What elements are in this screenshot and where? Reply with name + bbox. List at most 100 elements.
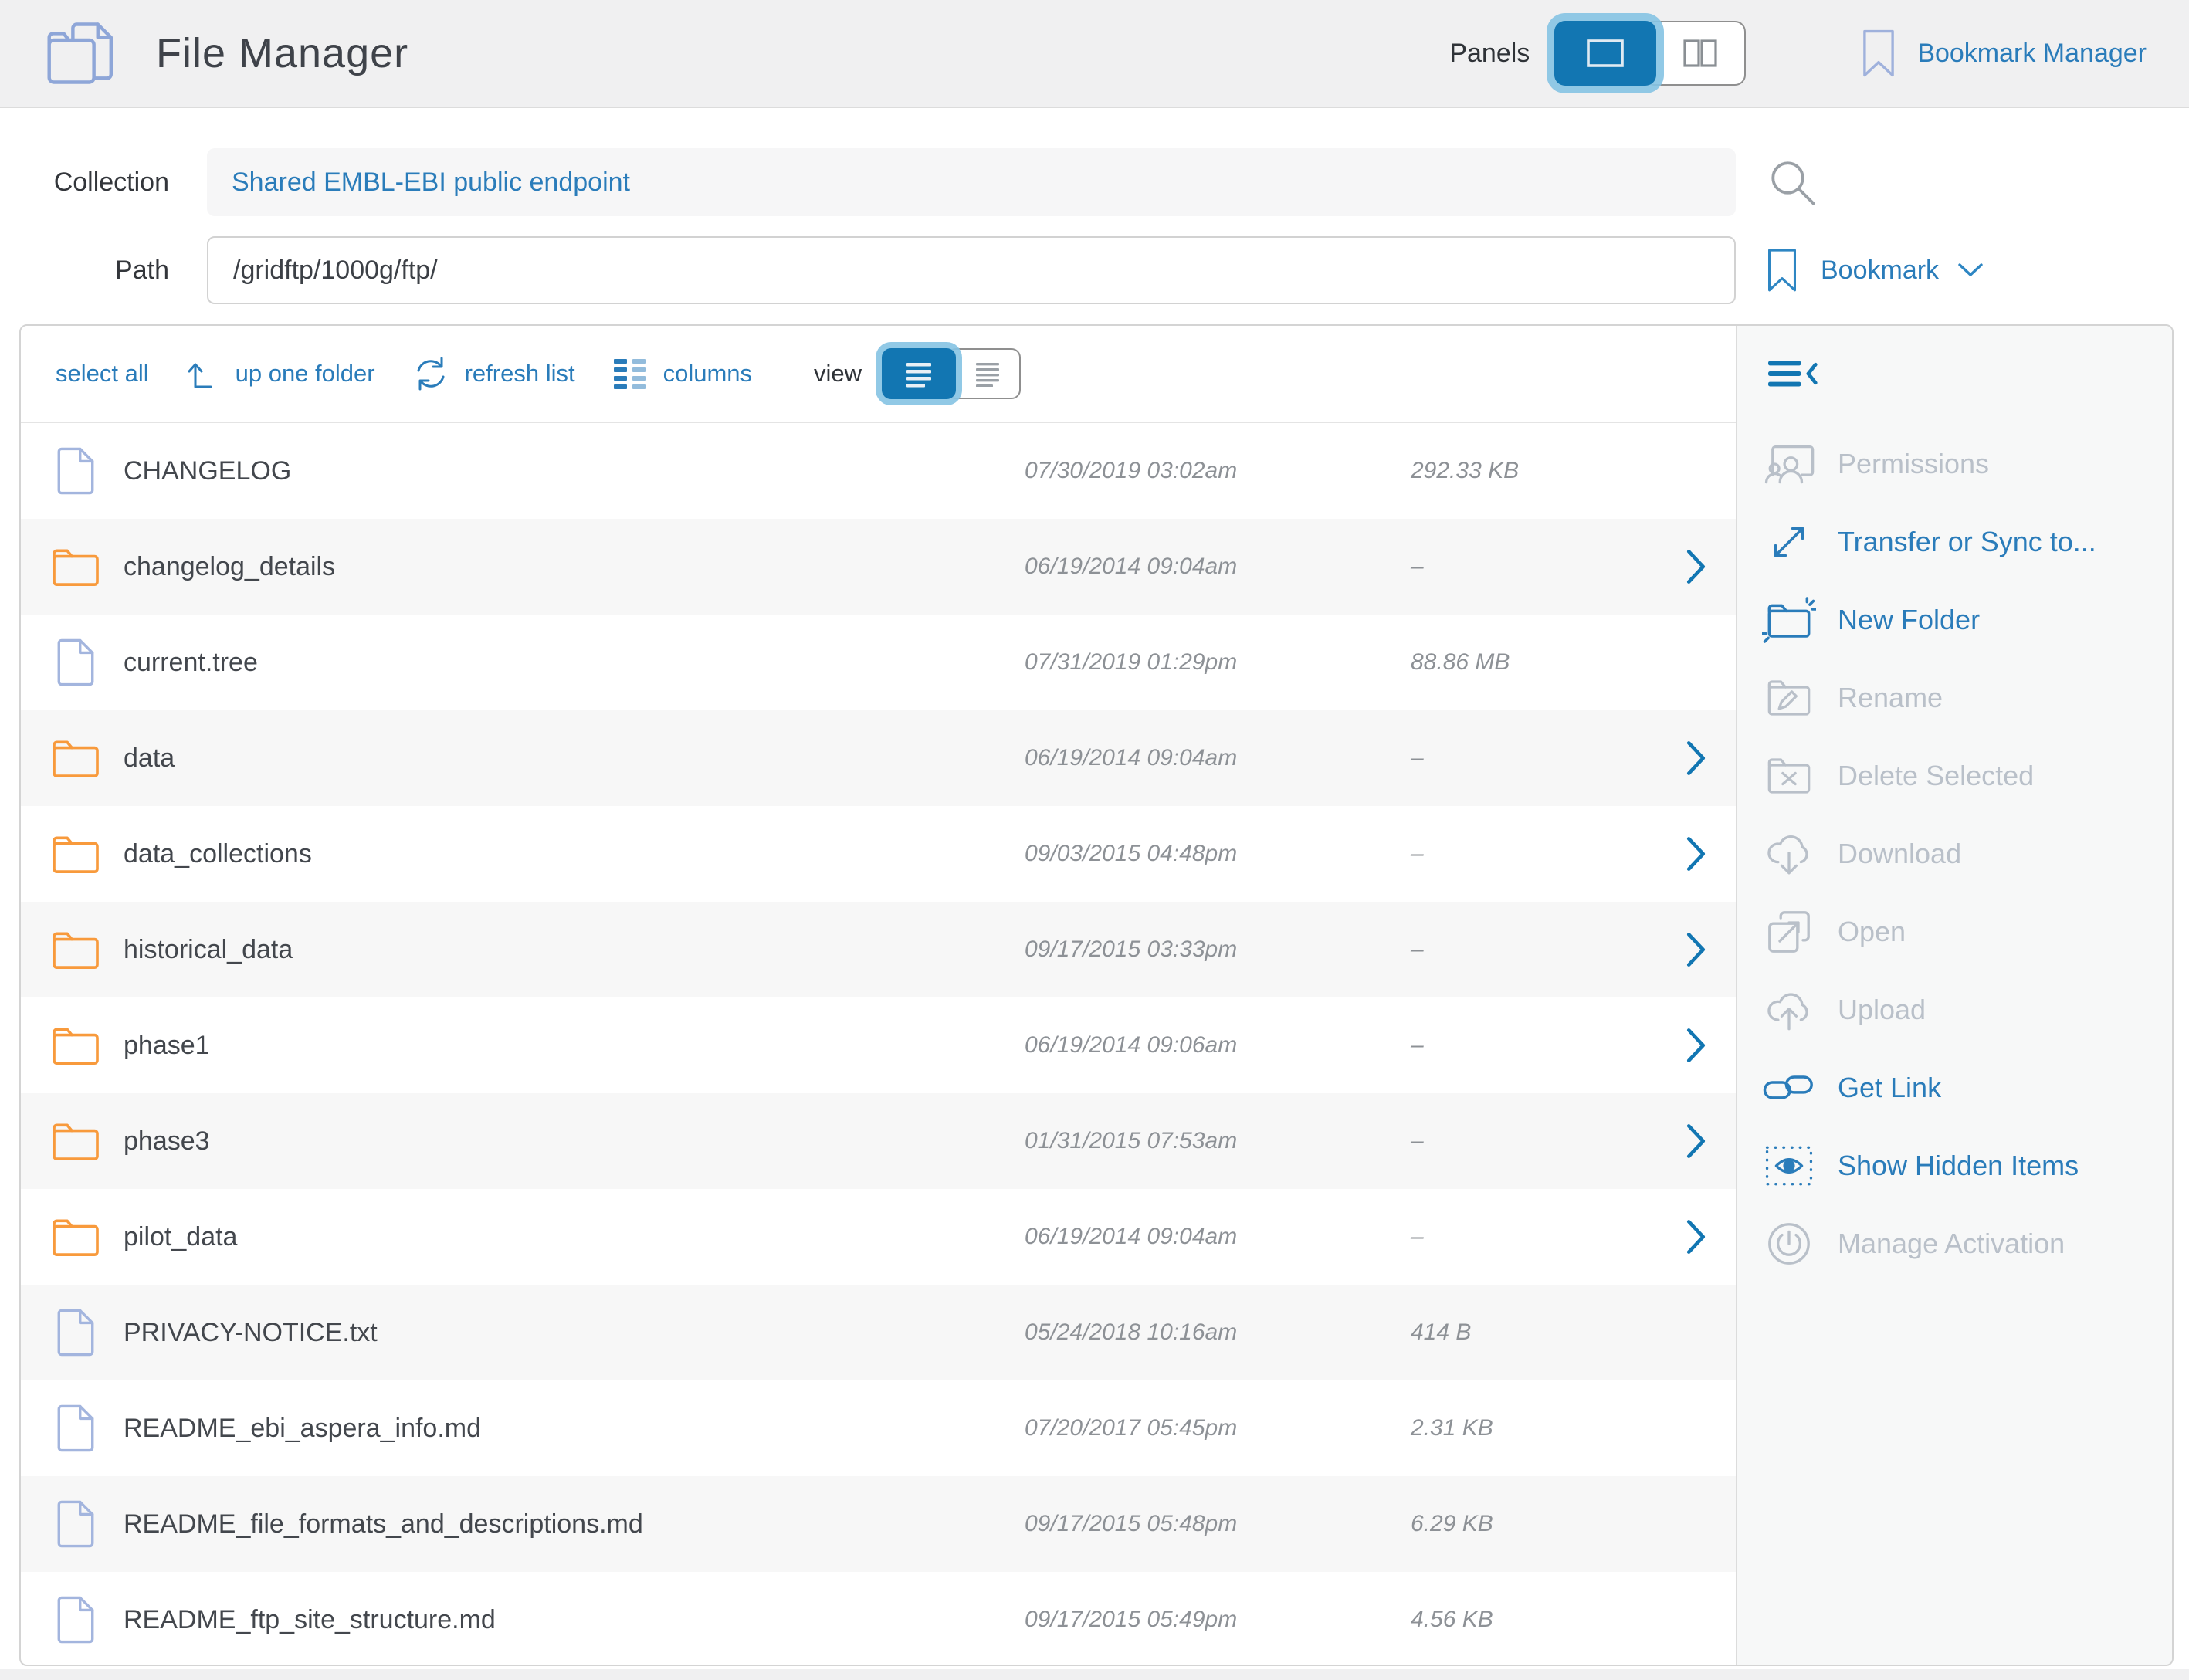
- collection-label: Collection: [19, 168, 169, 198]
- folder-icon: [48, 737, 103, 780]
- file-modified-date: 09/17/2015 03:33pm: [1025, 937, 1237, 963]
- list-view-button[interactable]: [882, 348, 956, 399]
- select-all-button[interactable]: select all: [56, 360, 149, 388]
- view-toggle: view: [814, 348, 1021, 399]
- refresh-icon: [411, 355, 451, 392]
- bookmark-dropdown[interactable]: Bookmark: [1767, 247, 1985, 293]
- file-row[interactable]: phase1 06/19/2014 09:06am –: [21, 998, 1736, 1093]
- file-row[interactable]: data_collections 09/03/2015 04:48pm –: [21, 806, 1736, 902]
- sidebar-item-get-link[interactable]: Get Link: [1737, 1048, 2172, 1126]
- file-row[interactable]: changelog_details 06/19/2014 09:04am –: [21, 519, 1736, 615]
- file-size: 6.29 KB: [1411, 1511, 1493, 1537]
- file-browser: select all up one folder: [19, 324, 2174, 1666]
- file-name: data_collections: [124, 839, 312, 869]
- sidebar-item-new-folder[interactable]: New Folder: [1737, 581, 2172, 659]
- file-row[interactable]: current.tree 07/31/2019 01:29pm 88.86 MB: [21, 615, 1736, 710]
- file-size: –: [1411, 1032, 1424, 1058]
- file-size: –: [1411, 841, 1424, 867]
- file-row[interactable]: README_file_formats_and_descriptions.md …: [21, 1476, 1736, 1572]
- file-name: CHANGELOG: [124, 456, 291, 486]
- new-folder-icon: [1760, 597, 1818, 643]
- folder-icon: [48, 1024, 103, 1067]
- file-name: changelog_details: [124, 552, 335, 582]
- file-row[interactable]: historical_data 09/17/2015 03:33pm –: [21, 902, 1736, 998]
- sidebar-item-label: Upload: [1838, 994, 1926, 1026]
- dual-panel-button[interactable]: [1644, 21, 1746, 86]
- bookmark-icon: [1862, 29, 1896, 78]
- download-icon: [1760, 831, 1818, 877]
- file-size: 88.86 MB: [1411, 649, 1510, 676]
- file-name: data: [124, 743, 175, 774]
- actions-menu: Permissions Transfer or Sync to...: [1737, 425, 2172, 1282]
- up-one-folder-button[interactable]: up one folder: [185, 355, 375, 392]
- chevron-right-icon[interactable]: [1685, 548, 1708, 585]
- rename-icon: [1760, 676, 1818, 720]
- chevron-right-icon[interactable]: [1685, 1027, 1708, 1064]
- file-icon: [48, 1308, 103, 1357]
- file-toolbar: select all up one folder: [21, 326, 1736, 423]
- sidebar-item-transfer[interactable]: Transfer or Sync to...: [1737, 503, 2172, 581]
- bookmark-manager-link[interactable]: Bookmark Manager: [1862, 29, 2147, 78]
- compact-view-icon: [974, 361, 1001, 387]
- up-one-folder-label: up one folder: [236, 360, 375, 388]
- file-row[interactable]: PRIVACY-NOTICE.txt 05/24/2018 10:16am 41…: [21, 1285, 1736, 1380]
- bookmark-icon: [1767, 247, 1798, 293]
- folder-icon: [48, 1215, 103, 1258]
- folder-icon: [48, 832, 103, 876]
- sidebar-item-show-hidden[interactable]: Show Hidden Items: [1737, 1126, 2172, 1204]
- collection-input[interactable]: [207, 148, 1736, 216]
- sidebar-item-open: Open: [1737, 892, 2172, 970]
- path-input[interactable]: [207, 236, 1736, 304]
- get-link-icon: [1760, 1072, 1818, 1104]
- file-row[interactable]: pilot_data 06/19/2014 09:04am –: [21, 1189, 1736, 1285]
- file-modified-date: 06/19/2014 09:06am: [1025, 1032, 1237, 1058]
- file-modified-date: 01/31/2015 07:53am: [1025, 1128, 1237, 1154]
- file-row[interactable]: README_ftp_site_structure.md 09/17/2015 …: [21, 1572, 1736, 1666]
- collapse-sidebar-icon[interactable]: [1768, 359, 1819, 388]
- sidebar-item-label: Open: [1838, 916, 1906, 948]
- file-name: README_ftp_site_structure.md: [124, 1605, 496, 1635]
- file-icon: [48, 446, 103, 496]
- manage-activation-icon: [1760, 1221, 1818, 1267]
- chevron-right-icon[interactable]: [1685, 1123, 1708, 1160]
- sidebar-item-permissions: Permissions: [1737, 425, 2172, 503]
- folder-icon: [48, 1119, 103, 1163]
- sidebar-item-label: Rename: [1838, 682, 1943, 714]
- file-name: current.tree: [124, 648, 258, 678]
- file-icon: [48, 638, 103, 687]
- bookmark-manager-label: Bookmark Manager: [1917, 39, 2147, 69]
- chevron-right-icon[interactable]: [1685, 1218, 1708, 1255]
- chevron-right-icon[interactable]: [1685, 835, 1708, 872]
- file-row[interactable]: CHANGELOG 07/30/2019 03:02am 292.33 KB: [21, 423, 1736, 519]
- list-view-icon: [903, 360, 934, 388]
- select-all-label: select all: [56, 360, 149, 388]
- chevron-right-icon[interactable]: [1685, 931, 1708, 968]
- file-name: phase3: [124, 1126, 210, 1157]
- sidebar-item-label: Get Link: [1838, 1072, 1941, 1104]
- file-modified-date: 09/17/2015 05:48pm: [1025, 1511, 1237, 1537]
- file-modified-date: 09/03/2015 04:48pm: [1025, 841, 1237, 867]
- file-name: PRIVACY-NOTICE.txt: [124, 1318, 378, 1348]
- single-panel-button[interactable]: [1554, 21, 1656, 86]
- show-hidden-icon: [1760, 1144, 1818, 1187]
- file-row[interactable]: data 06/19/2014 09:04am –: [21, 710, 1736, 806]
- sidebar-item-label: Show Hidden Items: [1838, 1150, 2079, 1182]
- upload-icon: [1760, 987, 1818, 1033]
- columns-button[interactable]: columns: [611, 356, 752, 391]
- path-label: Path: [19, 256, 169, 286]
- file-row[interactable]: phase3 01/31/2015 07:53am –: [21, 1093, 1736, 1189]
- file-size: 2.31 KB: [1411, 1415, 1493, 1441]
- file-name: README_file_formats_and_descriptions.md: [124, 1509, 643, 1539]
- transfer-icon: [1760, 520, 1818, 564]
- chevron-right-icon[interactable]: [1685, 740, 1708, 777]
- file-modified-date: 07/31/2019 01:29pm: [1025, 649, 1237, 676]
- search-icon[interactable]: [1767, 157, 1818, 208]
- file-row[interactable]: README_ebi_aspera_info.md 07/20/2017 05:…: [21, 1380, 1736, 1476]
- sidebar-item-delete-selected: Delete Selected: [1737, 737, 2172, 815]
- folder-icon: [48, 928, 103, 971]
- compact-view-button[interactable]: [947, 348, 1021, 399]
- sidebar-item-label: Permissions: [1838, 448, 1989, 480]
- file-modified-date: 09/17/2015 05:49pm: [1025, 1607, 1237, 1633]
- sidebar-item-manage-activation: Manage Activation: [1737, 1204, 2172, 1282]
- refresh-list-button[interactable]: refresh list: [411, 355, 575, 392]
